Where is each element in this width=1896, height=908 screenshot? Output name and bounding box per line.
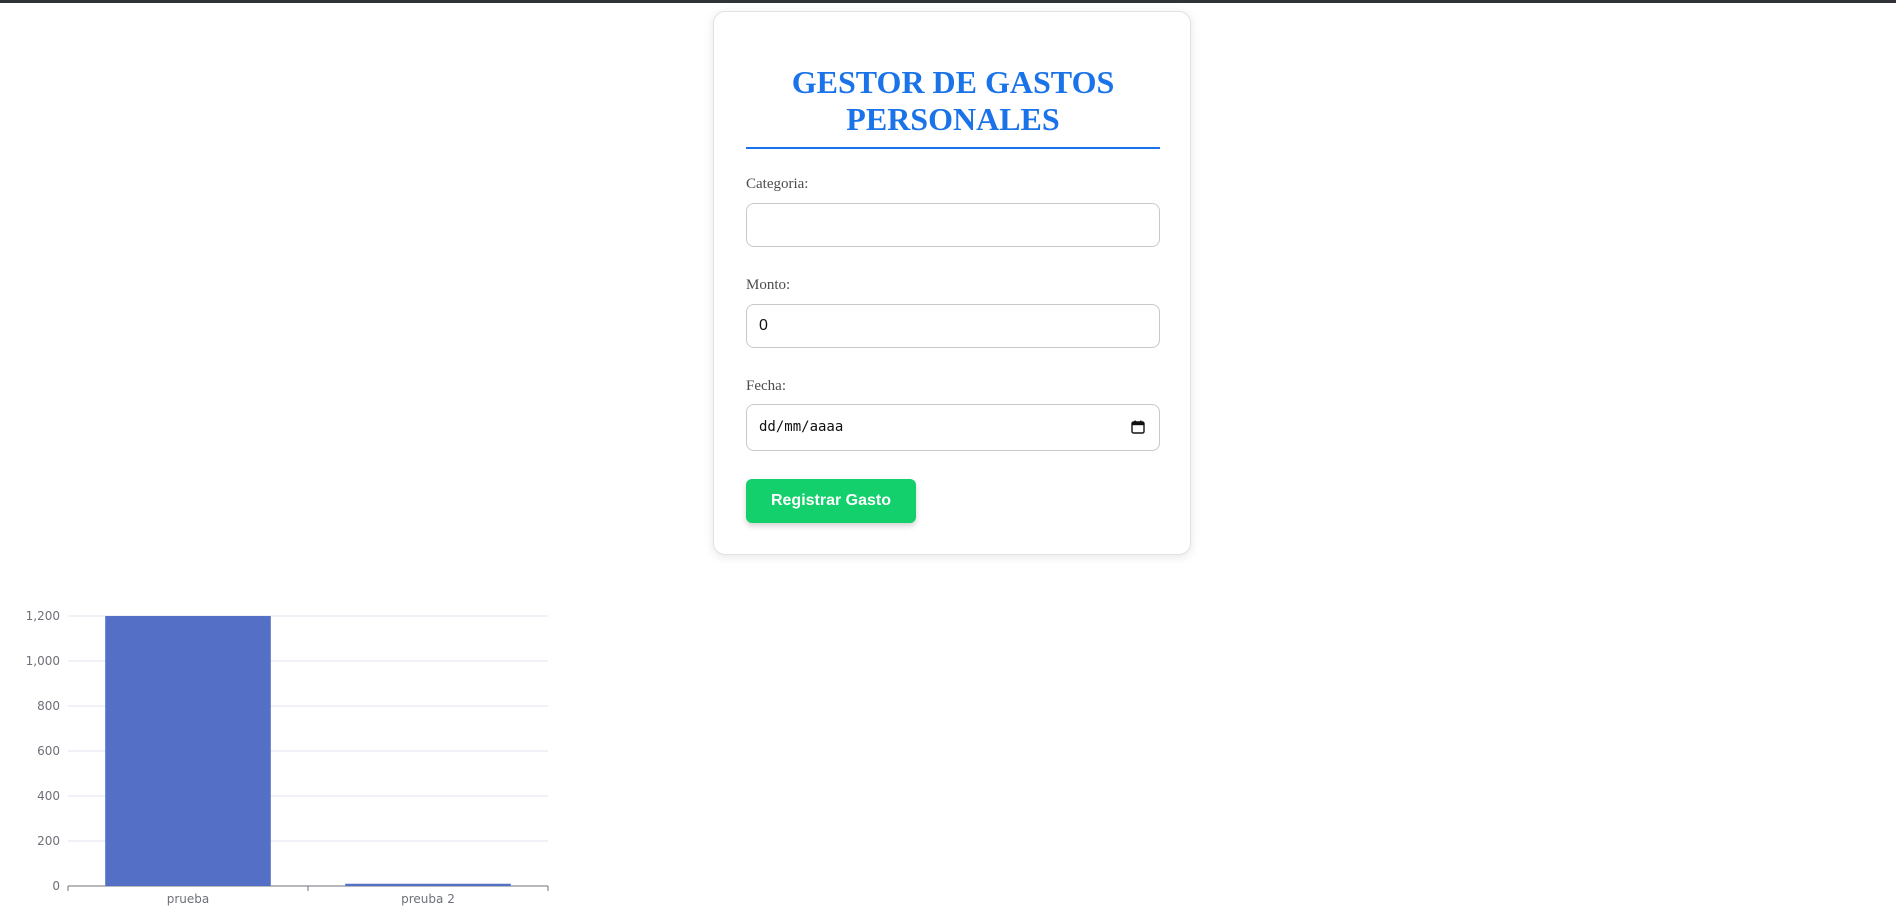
expenses-bar-chart: 0 200 400 600 800 1,000 1,200 prueba preuba 2 bbox=[0, 600, 560, 908]
bar bbox=[345, 883, 511, 886]
date-input[interactable]: dd/mm/aaaa bbox=[746, 404, 1160, 451]
x-tick-label: prueba bbox=[167, 892, 210, 906]
browser-top-strip bbox=[0, 0, 1896, 3]
register-expense-button[interactable]: Registrar Gasto bbox=[746, 479, 916, 523]
y-tick-label: 1,000 bbox=[26, 654, 60, 668]
title-line-1: GESTOR DE GASTOS bbox=[791, 64, 1115, 100]
page-title: GESTOR DE GASTOS PERSONALES bbox=[746, 64, 1160, 138]
category-label: Categoria: bbox=[746, 176, 809, 192]
y-tick-label: 400 bbox=[37, 789, 60, 803]
y-tick-label: 1,200 bbox=[26, 609, 60, 623]
title-line-2: PERSONALES bbox=[846, 101, 1060, 137]
y-tick-label: 200 bbox=[37, 834, 60, 848]
amount-input[interactable] bbox=[746, 304, 1160, 348]
amount-label: Monto: bbox=[746, 277, 791, 293]
y-tick-label: 600 bbox=[37, 744, 60, 758]
x-tick-label: preuba 2 bbox=[401, 892, 455, 906]
y-tick-label: 800 bbox=[37, 699, 60, 713]
y-tick-label: 0 bbox=[52, 879, 60, 893]
category-input[interactable] bbox=[746, 203, 1160, 247]
expense-form-card: GESTOR DE GASTOS PERSONALES Categoria: M… bbox=[713, 11, 1191, 555]
bar bbox=[105, 616, 271, 886]
date-label: Fecha: bbox=[746, 378, 786, 394]
calendar-icon[interactable] bbox=[1131, 420, 1145, 434]
chart-svg: 0 200 400 600 800 1,000 1,200 prueba preuba 2 bbox=[26, 609, 549, 906]
date-placeholder: dd/mm/aaaa bbox=[759, 419, 844, 435]
title-divider bbox=[746, 147, 1160, 149]
